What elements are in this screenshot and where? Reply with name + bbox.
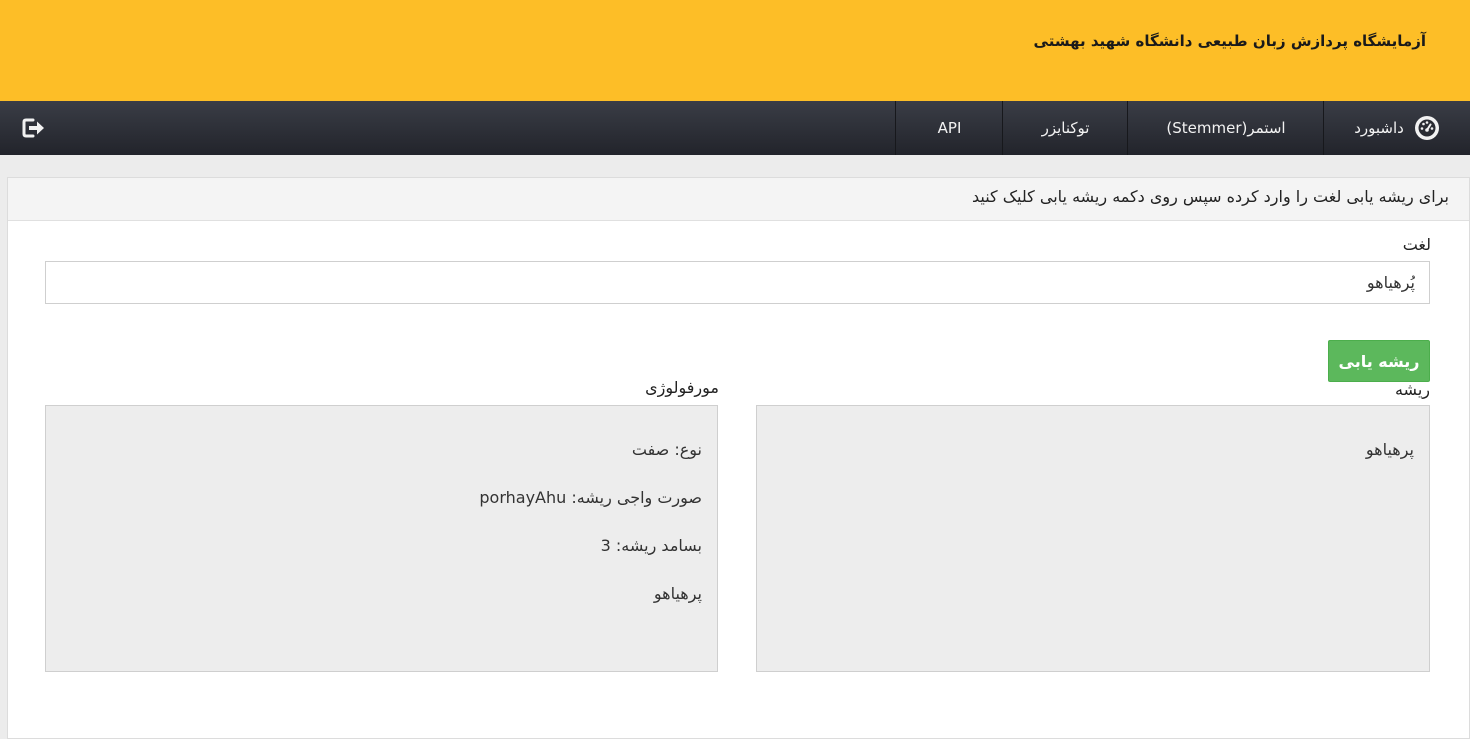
resize-grip-icon[interactable] [759,659,769,669]
morphology-label: مورفولوژی [645,378,719,397]
nav-item-label: API [937,119,962,137]
main-navbar: داشبورد استمر(Stemmer) توکنایزر API [0,101,1470,155]
site-title: آزمایشگاه پردازش زبان طبیعی دانشگاه شهید… [1033,32,1426,50]
morphology-line: نوع: صفت [631,440,702,459]
site-header: آزمایشگاه پردازش زبان طبیعی دانشگاه شهید… [0,0,1470,101]
nav-item-tokenizer[interactable]: توکنایزر [1002,101,1128,155]
nav-item-label: استمر(Stemmer) [1166,119,1286,137]
morphology-line: صورت واجی ریشه: porhayAhu [479,488,702,507]
root-value: پرهیاهو [1365,440,1414,459]
nav-item-api[interactable]: API [895,101,1003,155]
panel-heading: برای ریشه یابی لغت را وارد کرده سپس روی … [8,178,1469,221]
morphology-line [61,630,702,654]
gauge-icon [1414,115,1440,141]
stem-button[interactable]: ریشه یابی [1328,340,1430,382]
nav-item-label: توکنایزر [1041,119,1090,137]
nav-item-dashboard[interactable]: داشبورد [1323,101,1470,155]
sign-out-icon[interactable] [22,117,46,139]
resize-grip-icon[interactable] [48,659,58,669]
root-output[interactable]: پرهیاهو [756,405,1430,672]
root-label: ریشه [1394,380,1430,399]
morphology-line: پرهیاهو [653,584,702,603]
nav-item-label: داشبورد [1354,119,1404,137]
word-label: لغت [1402,235,1431,254]
word-input[interactable] [45,261,1430,304]
morphology-line: بسامد ریشه: 3 [600,536,702,555]
instructions-text: برای ریشه یابی لغت را وارد کرده سپس روی … [971,187,1449,206]
nav-item-stemmer[interactable]: استمر(Stemmer) [1127,101,1324,155]
morphology-output[interactable]: نوع: صفت صورت واجی ریشه: porhayAhu بسامد… [45,405,718,672]
